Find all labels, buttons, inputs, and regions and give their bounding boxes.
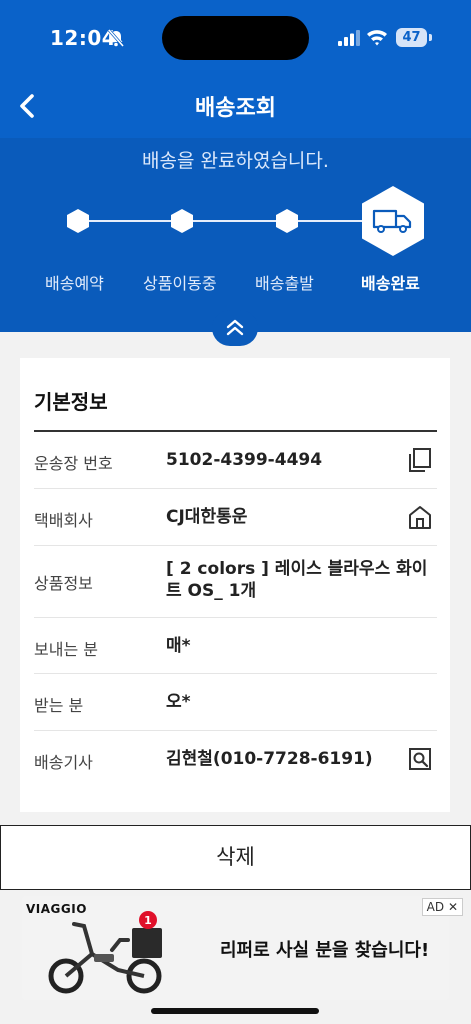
- sender-value: 매*: [166, 636, 191, 656]
- progress-track: [78, 220, 392, 222]
- step-label-out-for-delivery: 배송출발: [255, 274, 314, 293]
- step-marker-2: [171, 209, 193, 233]
- row-tracking-number: 운송장 번호 5102-4399-4494: [34, 432, 437, 489]
- driver-value: 김현철(010-7728-6191): [166, 749, 373, 769]
- row-courier: 택배회사 CJ대한통운: [34, 489, 437, 546]
- dynamic-island: [162, 16, 309, 60]
- courier-value: CJ대한통운: [166, 507, 248, 527]
- step-label-reserved: 배송예약: [45, 274, 104, 293]
- step-label-delivered: 배송완료: [361, 274, 420, 293]
- row-label: 상품정보: [34, 574, 93, 593]
- home-icon[interactable]: [407, 504, 433, 530]
- status-bar: 12:04 47: [0, 0, 471, 76]
- chevron-double-up-icon: [226, 319, 244, 336]
- row-recipient: 받는 분 오*: [34, 674, 437, 731]
- row-sender: 보내는 분 매*: [34, 618, 437, 674]
- bike-image: 1: [48, 911, 162, 994]
- header-wedge: [447, 314, 471, 332]
- step-marker-3: [276, 209, 298, 233]
- row-label: 배송기사: [34, 753, 93, 772]
- row-label: 받는 분: [34, 696, 84, 715]
- row-label: 운송장 번호: [34, 454, 113, 473]
- recipient-value: 오*: [166, 692, 191, 712]
- battery-level: 47: [396, 28, 427, 47]
- row-label: 택배회사: [34, 511, 93, 530]
- app-header: 12:04 47 배송조회: [0, 0, 471, 138]
- ad-badge[interactable]: AD ✕: [421, 898, 463, 916]
- ad-banner[interactable]: VIAGGIO AD ✕ 1 리퍼로 사실 분을 찾습니다!: [22, 896, 463, 1000]
- signal-icon: [338, 30, 360, 46]
- row-label: 보내는 분: [34, 640, 98, 659]
- row-product-info: 상품정보 [ 2 colors ] 레이스 블라우스 화이트 OS_ 1개: [34, 546, 437, 618]
- row-driver: 배송기사 김현철(010-7728-6191): [34, 731, 437, 788]
- delivery-status-message: 배송을 완료하였습니다.: [142, 150, 329, 172]
- collapse-button[interactable]: [212, 310, 258, 346]
- delivery-progress: 배송을 완료하였습니다. 배송예약 상품이동중 배송출발 배송완료: [0, 138, 471, 346]
- wifi-icon: [367, 30, 387, 46]
- tracking-number-value: 5102-4399-4494: [166, 450, 323, 470]
- step-marker-1: [67, 209, 89, 233]
- copy-icon[interactable]: [407, 447, 433, 473]
- close-icon[interactable]: ✕: [448, 900, 458, 914]
- battery-icon: 47: [396, 28, 432, 47]
- product-info-value: [ 2 colors ] 레이스 블라우스 화이트 OS_ 1개: [166, 559, 428, 601]
- delete-button[interactable]: 삭제: [0, 825, 471, 890]
- contact-search-icon[interactable]: [407, 746, 433, 772]
- ad-notification-count: 1: [144, 914, 152, 927]
- home-indicator[interactable]: [151, 1008, 319, 1014]
- ad-label: AD: [426, 900, 445, 914]
- bell-muted-icon: [107, 29, 125, 47]
- page-title: 배송조회: [195, 96, 276, 121]
- basic-info-card: 기본정보 운송장 번호 5102-4399-4494 택배회사 CJ대한통운 상…: [20, 358, 450, 812]
- step-label-in-transit: 상품이동중: [143, 274, 217, 293]
- truck-icon: [372, 209, 412, 233]
- ad-headline: 리퍼로 사실 분을 찾습니다!: [220, 940, 430, 961]
- card-title: 기본정보: [34, 390, 108, 414]
